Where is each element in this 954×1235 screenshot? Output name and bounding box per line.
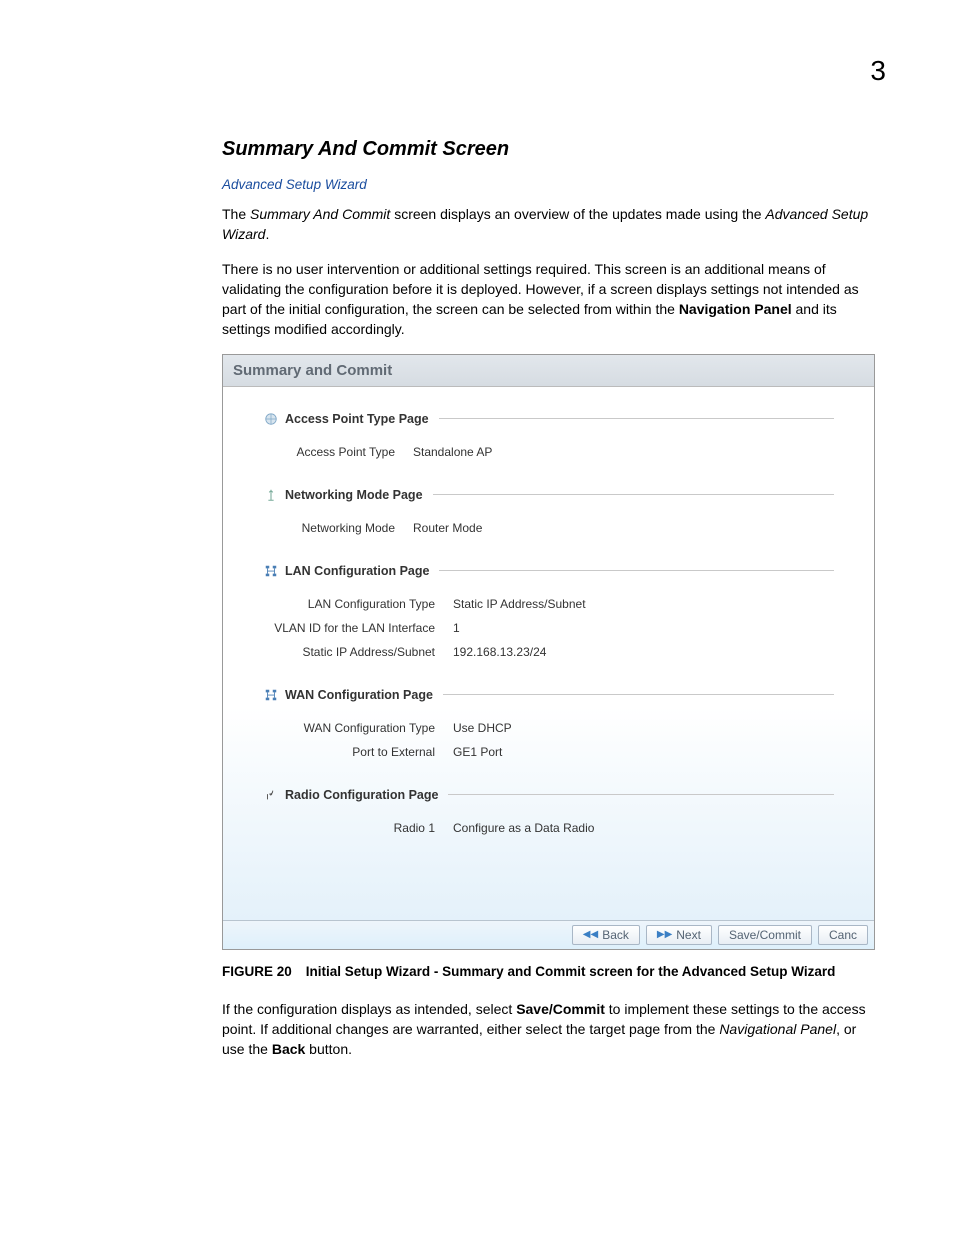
button-label: Next	[676, 928, 701, 942]
nav-panel-label: Navigational Panel	[719, 1021, 836, 1037]
back-button[interactable]: ◀◀ Back	[572, 925, 640, 945]
group-heading: Access Point Type Page	[263, 411, 834, 427]
button-label: Canc	[829, 928, 857, 942]
kv-value: GE1 Port	[453, 745, 502, 759]
kv-value: Static IP Address/Subnet	[453, 597, 586, 611]
network-icon	[263, 687, 279, 703]
save-commit-button[interactable]: Save/Commit	[718, 925, 812, 945]
text: button.	[305, 1041, 352, 1057]
kv-row: Access Point Type Standalone AP	[263, 445, 834, 459]
group-lan-config: LAN Configuration Page LAN Configuration…	[263, 563, 834, 659]
kv-key: Radio 1	[263, 821, 453, 835]
group-heading: WAN Configuration Page	[263, 687, 834, 703]
group-access-point-type: Access Point Type Page Access Point Type…	[263, 411, 834, 459]
kv-value: Configure as a Data Radio	[453, 821, 594, 835]
divider	[443, 694, 834, 695]
group-title: Access Point Type Page	[285, 412, 429, 426]
cancel-button[interactable]: Canc	[818, 925, 868, 945]
wifi-icon	[263, 787, 279, 803]
kv-row: Static IP Address/Subnet 192.168.13.23/2…	[263, 645, 834, 659]
divider	[433, 494, 834, 495]
kv-value: Router Mode	[413, 521, 482, 535]
group-wan-config: WAN Configuration Page WAN Configuration…	[263, 687, 834, 759]
save-commit-label: Save/Commit	[516, 1001, 605, 1017]
text: .	[265, 226, 269, 242]
kv-key: Access Point Type	[263, 445, 413, 459]
text: If the configuration displays as intende…	[222, 1001, 516, 1017]
group-heading: Networking Mode Page	[263, 487, 834, 503]
panel-body: Access Point Type Page Access Point Type…	[223, 387, 874, 920]
button-label: Back	[602, 928, 629, 942]
kv-row: Radio 1 Configure as a Data Radio	[263, 821, 834, 835]
back-label: Back	[272, 1041, 305, 1057]
kv-row: WAN Configuration Type Use DHCP	[263, 721, 834, 735]
screen-name: Summary And Commit	[250, 206, 390, 222]
kv-row: LAN Configuration Type Static IP Address…	[263, 597, 834, 611]
breadcrumb[interactable]: Advanced Setup Wizard	[222, 177, 880, 192]
kv-key: Static IP Address/Subnet	[263, 645, 453, 659]
page-number: 3	[870, 55, 886, 87]
figure-label: FIGURE 20	[222, 964, 292, 979]
kv-key: Port to External	[263, 745, 453, 759]
nav-panel-label: Navigation Panel	[679, 301, 792, 317]
globe-icon	[263, 411, 279, 427]
group-heading: LAN Configuration Page	[263, 563, 834, 579]
next-button[interactable]: ▶▶ Next	[646, 925, 712, 945]
group-networking-mode: Networking Mode Page Networking Mode Rou…	[263, 487, 834, 535]
closing-paragraph: If the configuration displays as intende…	[222, 999, 880, 1060]
divider	[439, 418, 834, 419]
text: The	[222, 206, 250, 222]
kv-row: Networking Mode Router Mode	[263, 521, 834, 535]
panel-title: Summary and Commit	[223, 355, 874, 387]
network-icon	[263, 563, 279, 579]
kv-value: 192.168.13.23/24	[453, 645, 546, 659]
kv-key: LAN Configuration Type	[263, 597, 453, 611]
group-heading: Radio Configuration Page	[263, 787, 834, 803]
panel-footer: ◀◀ Back ▶▶ Next Save/Commit Canc	[223, 920, 874, 949]
group-title: Networking Mode Page	[285, 488, 423, 502]
intro-paragraph-2: There is no user intervention or additio…	[222, 259, 880, 340]
group-radio-config: Radio Configuration Page Radio 1 Configu…	[263, 787, 834, 835]
text: screen displays an overview of the updat…	[390, 206, 765, 222]
intro-paragraph-1: The Summary And Commit screen displays a…	[222, 204, 880, 245]
kv-value: 1	[453, 621, 460, 635]
kv-key: VLAN ID for the LAN Interface	[263, 621, 453, 635]
rewind-icon: ◀◀	[583, 929, 598, 940]
kv-row: VLAN ID for the LAN Interface 1	[263, 621, 834, 635]
content-column: Summary And Commit Screen Advanced Setup…	[222, 138, 880, 1074]
figure-caption: FIGURE 20 Initial Setup Wizard - Summary …	[222, 964, 880, 979]
group-title: WAN Configuration Page	[285, 688, 433, 702]
embedded-screenshot: Summary and Commit Access Point Type Pag…	[222, 354, 875, 950]
kv-key: Networking Mode	[263, 521, 413, 535]
kv-key: WAN Configuration Type	[263, 721, 453, 735]
button-label: Save/Commit	[729, 928, 801, 942]
divider	[448, 794, 834, 795]
tower-icon	[263, 487, 279, 503]
divider	[439, 570, 834, 571]
kv-value: Standalone AP	[413, 445, 492, 459]
kv-value: Use DHCP	[453, 721, 512, 735]
figure-text: Initial Setup Wizard - Summary and Commi…	[306, 964, 836, 979]
forward-icon: ▶▶	[657, 929, 672, 940]
group-title: Radio Configuration Page	[285, 788, 438, 802]
kv-row: Port to External GE1 Port	[263, 745, 834, 759]
group-title: LAN Configuration Page	[285, 564, 429, 578]
section-title: Summary And Commit Screen	[222, 138, 880, 161]
